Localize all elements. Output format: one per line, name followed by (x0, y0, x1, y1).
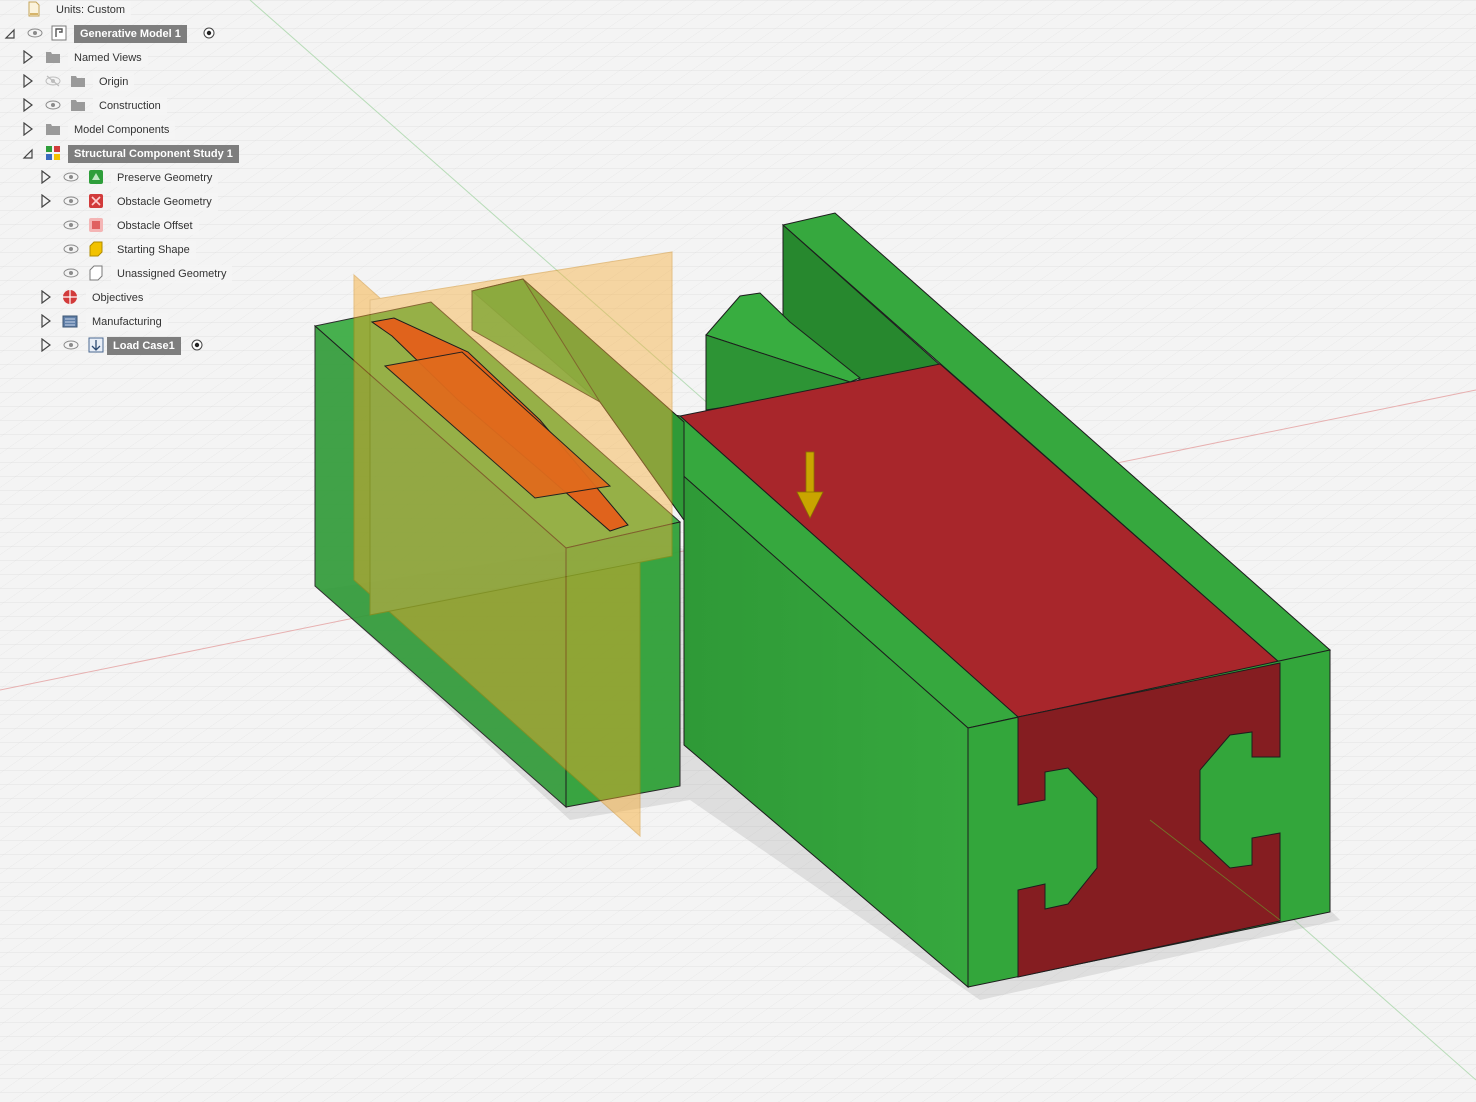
activate-radio-icon[interactable] (203, 27, 215, 39)
preserve-geometry-label: Preserve Geometry (111, 169, 219, 187)
collapse-triangle-icon[interactable] (22, 147, 34, 161)
expand-triangle-icon[interactable] (22, 74, 34, 88)
folder-icon (46, 124, 60, 135)
eye-icon[interactable] (27, 27, 43, 39)
tree-item-unassigned-geometry[interactable]: Unassigned Geometry (0, 263, 240, 283)
origin-label: Origin (93, 73, 135, 91)
eye-icon[interactable] (45, 99, 61, 111)
construction-label: Construction (93, 97, 167, 115)
folder-icon (71, 100, 85, 111)
units-row[interactable]: Units: Custom (0, 0, 200, 20)
tree-item-obstacle-offset[interactable]: Obstacle Offset (0, 215, 215, 235)
tree-item-starting-shape[interactable]: Starting Shape (0, 239, 210, 259)
folder-icon (46, 52, 60, 63)
document-icon (28, 1, 40, 17)
tree-item-named-views[interactable]: Named Views (0, 47, 160, 67)
named-views-label: Named Views (68, 49, 148, 67)
tree-item-model-components[interactable]: Model Components (0, 119, 180, 139)
component-icon (51, 25, 67, 41)
hidden-eye-icon[interactable] (45, 75, 61, 87)
obstacle-geometry-icon (89, 194, 103, 208)
eye-icon[interactable] (63, 339, 79, 351)
root-label: Generative Model 1 (74, 25, 187, 43)
study-label: Structural Component Study 1 (68, 145, 239, 163)
expand-triangle-icon[interactable] (22, 98, 34, 112)
collapse-triangle-icon[interactable] (4, 27, 16, 41)
starting-shape-label: Starting Shape (111, 241, 196, 259)
study-icon (46, 146, 60, 160)
model-components-label: Model Components (68, 121, 176, 139)
3d-viewport[interactable]: Units: Custom Generative Model 1 Named V… (0, 0, 1476, 1102)
manufacturing-label: Manufacturing (86, 313, 168, 331)
eye-icon[interactable] (63, 243, 79, 255)
eye-icon[interactable] (63, 219, 79, 231)
browser-tree: Units: Custom Generative Model 1 Named V… (0, 0, 260, 360)
expand-triangle-icon[interactable] (22, 122, 34, 136)
unassigned-geometry-icon (89, 265, 103, 281)
objectives-label: Objectives (86, 289, 150, 307)
tree-item-load-case[interactable]: Load Case1 (0, 335, 215, 355)
activate-radio-icon[interactable] (191, 339, 203, 351)
eye-icon[interactable] (63, 195, 79, 207)
tree-item-origin[interactable]: Origin (0, 71, 140, 91)
load-case-label: Load Case1 (107, 337, 181, 355)
expand-triangle-icon[interactable] (22, 50, 34, 64)
tree-item-construction[interactable]: Construction (0, 95, 175, 115)
tree-item-preserve-geometry[interactable]: Preserve Geometry (0, 167, 225, 187)
expand-triangle-icon[interactable] (40, 194, 52, 208)
obstacle-offset-icon (89, 218, 103, 232)
tree-item-obstacle-geometry[interactable]: Obstacle Geometry (0, 191, 225, 211)
obstacle-offset-label: Obstacle Offset (111, 217, 199, 235)
eye-icon[interactable] (63, 171, 79, 183)
manufacturing-icon (62, 315, 78, 328)
expand-triangle-icon[interactable] (40, 338, 52, 352)
eye-icon[interactable] (63, 267, 79, 279)
starting-shape-icon (89, 241, 103, 257)
load-case-icon (88, 337, 104, 353)
expand-triangle-icon[interactable] (40, 314, 52, 328)
preserve-geometry-icon (89, 170, 103, 184)
tree-item-study[interactable]: Structural Component Study 1 (0, 143, 250, 163)
obstacle-geometry-label: Obstacle Geometry (111, 193, 218, 211)
expand-triangle-icon[interactable] (40, 290, 52, 304)
tree-item-manufacturing[interactable]: Manufacturing (0, 311, 180, 331)
unassigned-geometry-label: Unassigned Geometry (111, 265, 233, 283)
folder-icon (71, 76, 85, 87)
units-label: Units: Custom (50, 1, 132, 19)
tree-item-objectives[interactable]: Objectives (0, 287, 160, 307)
objectives-icon (63, 290, 77, 304)
expand-triangle-icon[interactable] (40, 170, 52, 184)
tree-root-generative-model[interactable]: Generative Model 1 (0, 23, 230, 43)
